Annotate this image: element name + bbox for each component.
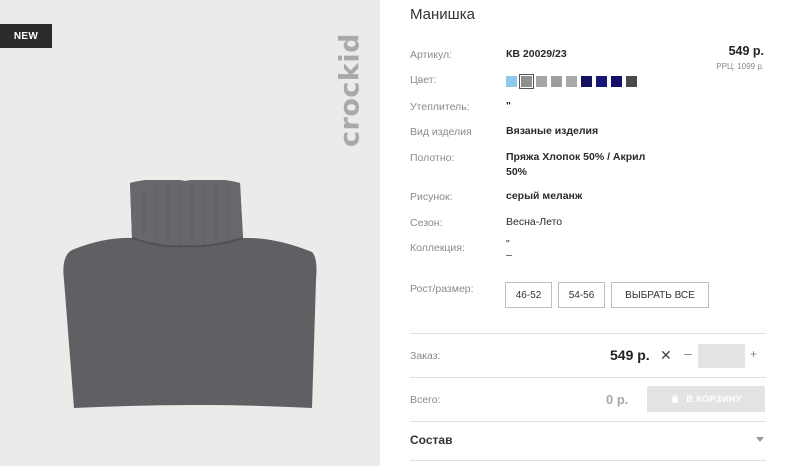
product-details: Манишка 549 р. РРЦ: 1099 р. Артикул: КВ … bbox=[410, 0, 766, 466]
insulation-label: Утеплитель: bbox=[410, 101, 470, 113]
collection-label: Коллекция: bbox=[410, 242, 465, 254]
divider bbox=[410, 460, 766, 461]
size-option-54-56[interactable]: 54-56 bbox=[558, 282, 605, 308]
add-to-cart-label: В КОРЗИНУ bbox=[686, 394, 742, 404]
fabric-value-line2: 50% bbox=[506, 166, 528, 178]
color-swatch[interactable] bbox=[536, 76, 547, 87]
color-swatch[interactable] bbox=[626, 76, 637, 87]
pattern-label: Рисунок: bbox=[410, 191, 453, 203]
divider bbox=[410, 421, 766, 422]
size-option-46-52[interactable]: 46-52 bbox=[505, 282, 552, 308]
insulation-value: " bbox=[506, 100, 511, 112]
color-swatch[interactable] bbox=[519, 74, 534, 89]
item-type-label: Вид изделия bbox=[410, 126, 472, 138]
chevron-down-icon[interactable] bbox=[756, 437, 764, 443]
cart-icon bbox=[672, 394, 679, 403]
add-to-cart-button[interactable]: В КОРЗИНУ bbox=[647, 386, 765, 412]
product-photo bbox=[63, 180, 317, 408]
size-label: Рост/размер: bbox=[410, 283, 474, 295]
total-label: Всего: bbox=[410, 394, 441, 406]
plus-icon[interactable]: + bbox=[750, 347, 757, 361]
brand-logo-text: crockid bbox=[334, 33, 366, 147]
total-value: 0 р. bbox=[606, 392, 629, 407]
minus-icon[interactable]: – bbox=[684, 345, 692, 361]
divider bbox=[410, 333, 766, 334]
product-price: 549 р. bbox=[728, 44, 764, 58]
fabric-label: Полотно: bbox=[410, 152, 455, 164]
collection-value-line2: – bbox=[506, 249, 512, 261]
order-price: 549 р. bbox=[610, 347, 650, 363]
product-image-panel: NEW crockid bbox=[0, 0, 380, 466]
season-label: Сезон: bbox=[410, 217, 443, 229]
color-swatch[interactable] bbox=[596, 76, 607, 87]
close-icon[interactable]: ✕ bbox=[660, 347, 672, 364]
composition-section-title[interactable]: Состав bbox=[410, 433, 452, 447]
product-title: Манишка bbox=[410, 6, 475, 23]
quantity-input[interactable] bbox=[698, 344, 745, 368]
new-badge: NEW bbox=[0, 24, 52, 48]
pattern-value: серый меланж bbox=[506, 190, 583, 202]
brand-logo: crockid bbox=[330, 20, 370, 160]
select-all-sizes-button[interactable]: ВЫБРАТЬ ВСЕ bbox=[611, 282, 709, 308]
color-swatch[interactable] bbox=[566, 76, 577, 87]
order-label: Заказ: bbox=[410, 350, 441, 362]
color-swatches bbox=[506, 74, 637, 89]
color-swatch[interactable] bbox=[506, 76, 517, 87]
article-value: КВ 20029/23 bbox=[506, 48, 567, 60]
fabric-value-line1: Пряжа Хлопок 50% / Акрил bbox=[506, 151, 646, 163]
color-swatch[interactable] bbox=[581, 76, 592, 87]
color-label: Цвет: bbox=[410, 74, 437, 86]
rrp-price: РРЦ: 1099 р. bbox=[716, 62, 764, 71]
article-label: Артикул: bbox=[410, 49, 453, 61]
divider bbox=[410, 377, 766, 378]
color-swatch[interactable] bbox=[611, 76, 622, 87]
item-type-value: Вязаные изделия bbox=[506, 125, 599, 137]
season-value: Весна-Лето bbox=[506, 216, 563, 228]
color-swatch[interactable] bbox=[551, 76, 562, 87]
